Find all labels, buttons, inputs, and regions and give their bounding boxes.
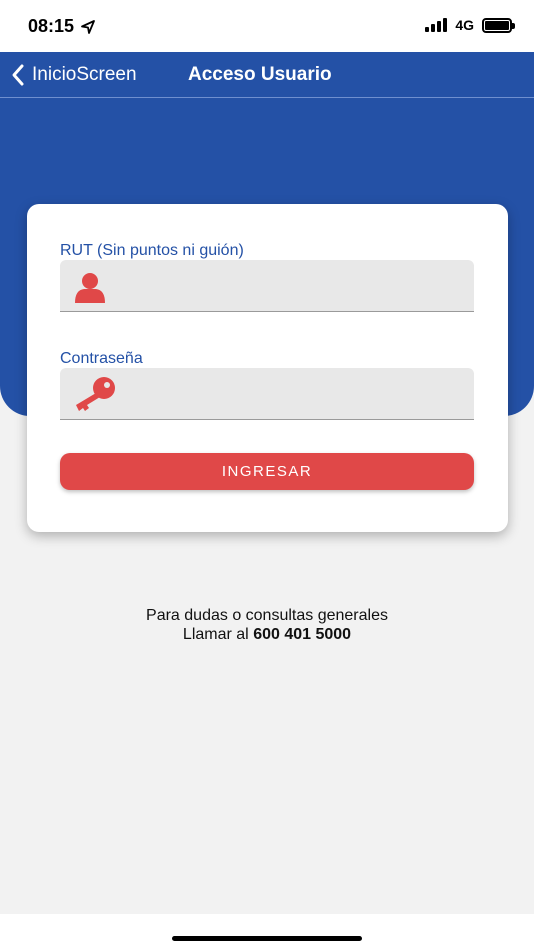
status-bar: 08:15 4G — [0, 0, 534, 52]
key-icon — [76, 377, 115, 411]
back-label: InicioScreen — [32, 64, 137, 85]
contact-line-1: Para dudas o consultas generales — [146, 607, 388, 624]
home-indicator[interactable] — [172, 936, 362, 941]
battery-fill — [485, 20, 509, 30]
password-label: Contraseña — [60, 350, 143, 367]
navigation-bar: InicioScreen Acceso Usuario — [0, 52, 534, 98]
bottom-safe-area — [0, 914, 534, 950]
password-field[interactable] — [60, 368, 474, 420]
password-input[interactable] — [122, 368, 462, 419]
page-title: Acceso Usuario — [188, 64, 332, 85]
rut-label: RUT (Sin puntos ni guión) — [60, 242, 244, 259]
network-type: 4G — [455, 17, 474, 33]
rut-field[interactable] — [60, 260, 474, 312]
status-time: 08:15 — [28, 16, 75, 36]
rut-input[interactable] — [122, 260, 462, 311]
login-card: RUT (Sin puntos ni guión) Contraseña ING… — [27, 204, 508, 532]
status-indicators: 4G — [425, 17, 515, 33]
contact-prefix: Llamar al — [182, 626, 249, 643]
contact-info: Para dudas o consultas generales Llamar … — [0, 606, 534, 644]
battery-icon — [482, 17, 515, 33]
location-arrow-icon — [81, 19, 95, 34]
status-time-group: 08:15 — [28, 16, 96, 37]
contact-line-2: Llamar al 600 401 5000 — [0, 625, 534, 644]
login-button[interactable]: INGRESAR — [60, 453, 474, 490]
back-button[interactable]: InicioScreen — [10, 61, 137, 89]
contact-phone[interactable]: 600 401 5000 — [253, 626, 351, 643]
chevron-left-icon — [12, 64, 24, 86]
signal-icon — [425, 18, 448, 32]
user-icon — [75, 273, 105, 303]
